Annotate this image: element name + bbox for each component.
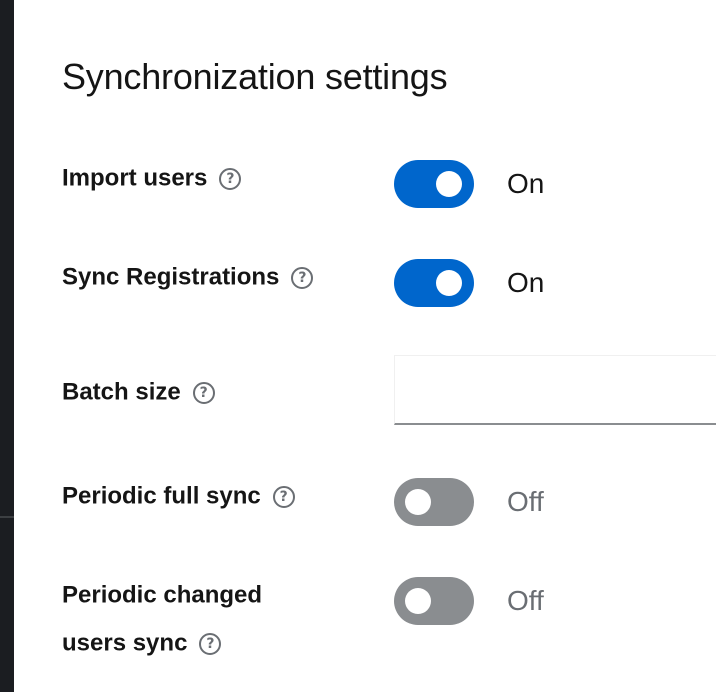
sync-registrations-state: On — [507, 267, 545, 298]
batch-size-label-text: Batch size — [62, 378, 181, 406]
sync-registrations-help-icon[interactable] — [291, 266, 314, 289]
periodic-full-sync-state: Off — [507, 486, 544, 517]
batch-size-label: Batch size — [62, 368, 215, 417]
periodic-full-sync-label: Periodic full sync — [62, 472, 295, 521]
switch-knob — [436, 171, 462, 197]
periodic-changed-users-sync-label-line2: users sync — [62, 619, 222, 668]
periodic-changed-users-sync-switch[interactable] — [394, 577, 474, 625]
import-users-switch[interactable] — [394, 160, 474, 208]
section-title: Synchronization settings — [62, 56, 448, 97]
periodic-changed-users-sync-help-icon[interactable] — [199, 632, 222, 655]
sync-registrations-label-text: Sync Registrations — [62, 263, 280, 291]
import-users-state: On — [507, 168, 545, 199]
periodic-full-sync-help-icon[interactable] — [272, 485, 295, 508]
periodic-full-sync-label-text: Periodic full sync — [62, 482, 261, 510]
left-rail — [0, 0, 14, 692]
import-users-label: Import users — [62, 154, 242, 203]
batch-size-help-icon[interactable] — [192, 381, 215, 404]
periodic-full-sync-switch[interactable] — [394, 478, 474, 526]
import-users-label-text: Import users — [62, 164, 208, 192]
switch-knob — [436, 270, 462, 296]
switch-knob — [405, 489, 431, 515]
batch-size-input[interactable] — [394, 355, 716, 425]
periodic-changed-label-text-2: users sync — [62, 629, 188, 657]
switch-knob — [405, 588, 431, 614]
sync-registrations-label: Sync Registrations — [62, 253, 314, 302]
periodic-changed-users-sync-state: Off — [507, 585, 544, 616]
rail-divider — [0, 516, 14, 518]
periodic-changed-label-text-1: Periodic changed — [62, 581, 263, 609]
sync-registrations-switch[interactable] — [394, 259, 474, 307]
periodic-changed-users-sync-label-line1: Periodic changed — [62, 571, 262, 620]
import-users-help-icon[interactable] — [219, 167, 242, 190]
